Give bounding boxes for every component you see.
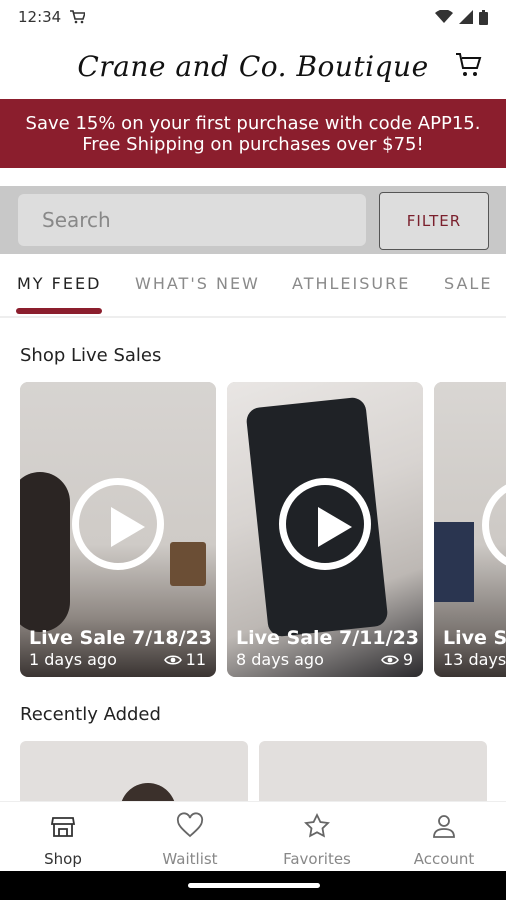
star-icon [304,812,330,838]
heart-icon [176,812,204,838]
live-sale-card[interactable]: Live Sale 7/18/23 1 days ago 11 [20,382,216,677]
nav-shop[interactable]: Shop [13,812,113,868]
bottom-nav: Shop Waitlist Favorites Account [0,801,506,872]
eye-icon [380,654,399,665]
section-title-recently-added: Recently Added [20,704,161,725]
recent-product-card[interactable] [20,741,248,801]
live-sale-age: 1 days ago [29,650,117,669]
signal-icon [459,10,473,24]
nav-label: Waitlist [162,850,218,868]
live-sale-card[interactable]: Live Sa 13 days [434,382,506,677]
view-count: 11 [185,650,206,669]
tab-whats-new[interactable]: WHAT'S NEW [135,274,260,293]
wifi-icon [435,10,453,23]
shop-icon [50,817,76,837]
live-sale-views: 9 [380,650,413,669]
battery-icon [479,9,488,25]
pillow-decor [434,522,474,602]
app-header: Crane and Co. Boutique [0,34,506,99]
nav-label: Account [413,850,475,868]
eye-icon [163,654,182,665]
promo-line-1: Save 15% on your first purchase with cod… [25,112,481,134]
search-input[interactable]: Search [18,194,366,246]
live-sale-title: Live Sa [443,627,506,649]
promo-banner: Save 15% on your first purchase with cod… [0,99,506,168]
status-bar: 12:34 [0,0,506,34]
live-sale-title: Live Sale 7/11/23 [236,627,420,649]
live-sale-card[interactable]: Live Sale 7/11/23 8 days ago 9 [227,382,423,677]
nav-favorites[interactable]: Favorites [267,812,367,868]
promo-line-2: Free Shipping on purchases over $75! [82,133,424,155]
tab-my-feed[interactable]: MY FEED [17,274,101,293]
nav-waitlist[interactable]: Waitlist [140,812,240,868]
shopping-cart-notification-icon [70,10,86,24]
search-bar: Search FILTER [0,186,506,254]
category-tabs: MY FEED WHAT'S NEW ATHLEISURE SALE [0,254,506,318]
tab-athleisure[interactable]: ATHLEISURE [292,274,410,293]
model-figure [20,472,70,632]
lantern-decor [170,542,206,586]
product-image [259,741,487,801]
person-icon [433,815,455,838]
cart-icon[interactable] [454,50,484,80]
brand-logo: Crane and Co. Boutique [77,50,429,83]
system-navigation-bar [0,871,506,900]
status-time: 12:34 [18,8,62,26]
nav-label: Favorites [283,850,351,868]
filter-button[interactable]: FILTER [379,192,489,250]
tab-sale[interactable]: SALE [444,274,492,293]
live-sale-views: 11 [163,650,206,669]
nav-label: Shop [44,850,82,868]
recent-product-card[interactable] [259,741,487,801]
play-icon[interactable] [279,477,371,570]
section-title-live-sales: Shop Live Sales [20,345,162,366]
view-count: 9 [402,650,413,669]
product-image [120,783,176,801]
live-sale-age: 13 days [443,650,506,669]
play-icon[interactable] [72,477,164,570]
live-sale-age: 8 days ago [236,650,324,669]
active-tab-indicator [16,308,102,314]
live-sale-title: Live Sale 7/18/23 [29,627,213,649]
nav-account[interactable]: Account [394,812,494,868]
home-gesture-pill[interactable] [188,883,320,888]
